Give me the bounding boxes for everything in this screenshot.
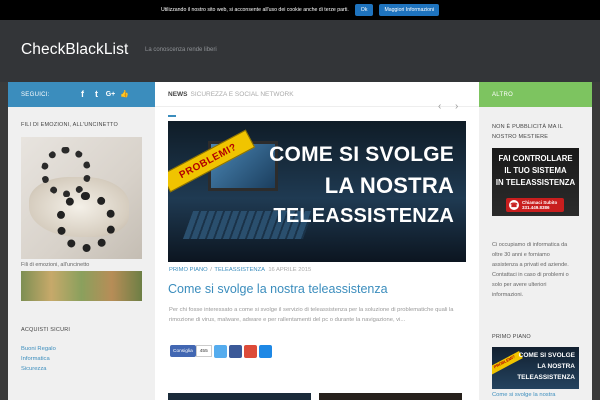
post-title[interactable]: Come si svolge la nostra teleassistenza (168, 282, 388, 296)
widget-title-fili: FILI DI EMOZIONI, ALL'UNCINETTO (21, 122, 118, 128)
social-icons: f t G+ 👍 (78, 89, 129, 99)
about-text-line: oltre 30 anni e forniamo (492, 252, 550, 258)
primo-piano-title: PRIMO PIANO (492, 334, 531, 340)
shop-links: Buoni Regalo Informatica Sicurezza (21, 344, 56, 374)
about-text-line: solo per avere ulteriori (492, 282, 547, 288)
news-label: NEWS (168, 90, 188, 98)
teleassistenza-ad[interactable]: FAI CONTROLLARE IL TUO SISTEMA IN TELEAS… (492, 148, 579, 216)
category-primo-piano[interactable]: PRIMO PIANO (169, 267, 208, 273)
cookie-more-info-button[interactable]: Maggiori Informazioni (379, 4, 440, 16)
about-text-line: assistenza a privati ed aziende. (492, 262, 569, 268)
left-sidebar: SEGUICI: f t G+ 👍 FILI DI EMOZIONI, ALL'… (8, 82, 155, 400)
phone-icon: ☎ (509, 200, 519, 210)
news-header: NEWS SICUREZZA E SOCIAL NETWORK (155, 82, 479, 107)
follow-label: SEGUICI: (21, 91, 50, 98)
about-text: Ci occupiamo di informatica da oltre 30 … (492, 240, 582, 300)
post-thumb-2[interactable] (319, 393, 462, 400)
thumb-line-3: TELEASSISTENZA (517, 374, 575, 381)
primo-piano-thumb[interactable]: PROBLEMI? COME SI SVOLGE LA NOSTRA TELEA… (492, 347, 579, 389)
share-buttons: Consiglia 455 (170, 345, 272, 358)
google-plus-icon[interactable]: G+ (106, 89, 116, 99)
ad-line-1: FAI CONTROLLARE (498, 154, 573, 163)
site-tagline: La conoscenza rende liberi (145, 47, 217, 53)
post-date: 16 APRILE 2015 (268, 267, 312, 273)
category-separator: / (210, 267, 212, 273)
content-wrapper: SEGUICI: f t G+ 👍 FILI DI EMOZIONI, ALL'… (8, 82, 592, 400)
link-informatica[interactable]: Informatica (21, 354, 56, 364)
call-badge: ☎ Chiamaci Subito 331.449.8386 (506, 198, 564, 212)
right-sidebar: ALTRO NON È PUBBLICITÀ MA IL NOSTRO MEST… (479, 82, 592, 400)
featured-line-3: TELEASSISTENZA (273, 205, 454, 227)
facebook-like-button[interactable]: Consiglia (170, 345, 196, 357)
altro-label: ALTRO (492, 91, 514, 98)
link-buoni-regalo[interactable]: Buoni Regalo (21, 344, 56, 354)
about-text-line: Ci occupiamo di informatica da (492, 242, 568, 248)
cookie-text: Utilizzando il nostro sito web, si accon… (160, 7, 349, 13)
thumb-line-1: COME SI SVOLGE (518, 352, 575, 359)
link-sicurezza[interactable]: Sicurezza (21, 364, 56, 374)
site-header: CheckBlackList La conoscenza rende liber… (0, 20, 600, 82)
like-label: Consiglia (173, 348, 193, 354)
facebook-icon[interactable]: f (78, 89, 87, 99)
ad-line-2: IL TUO SISTEMA (504, 166, 567, 175)
cookie-bar: Utilizzando il nostro sito web, si accon… (0, 0, 600, 20)
crochet-ring (56, 192, 116, 252)
post-meta: PRIMO PIANO / TELEASSISTENZA 16 APRILE 2… (169, 267, 311, 273)
twitter-icon[interactable]: t (92, 89, 101, 99)
about-text-line: informazioni. (492, 292, 524, 298)
crafts-image[interactable] (21, 271, 142, 301)
about-text-line: Contattaci in caso di problemi o (492, 272, 569, 278)
crochet-image[interactable] (21, 137, 142, 259)
google-plus-share-button[interactable] (243, 345, 257, 358)
ad-title-line-2: NOSTRO MESTIERE (492, 134, 549, 140)
chevron-right-icon[interactable]: › (455, 101, 458, 112)
featured-line-1: COME SI SVOLGE (269, 143, 454, 166)
post-thumb-1[interactable] (168, 393, 311, 400)
like-count: 455 (195, 345, 212, 357)
category-teleassistenza[interactable]: TELEASSISTENZA (214, 267, 264, 273)
chevron-left-icon[interactable]: ‹ (438, 101, 441, 112)
twitter-share-button[interactable] (213, 345, 227, 358)
crochet-ring (41, 147, 91, 197)
featured-image[interactable]: PROBLEMI? COME SI SVOLGE LA NOSTRA TELEA… (168, 121, 466, 262)
thumb-line-2: LA NOSTRA (537, 363, 575, 370)
site-title[interactable]: CheckBlackList (21, 41, 128, 59)
widget-title-acquisti: ACQUISTI SICURI (21, 327, 71, 333)
ad-title-line-1: NON È PUBBLICITÀ MA IL (492, 124, 564, 130)
featured-line-2: LA NOSTRA (324, 173, 454, 198)
phone-number: 331.449.8386 (522, 205, 550, 210)
primo-piano-link[interactable]: Come si svolge la nostra (492, 392, 555, 398)
cookie-ok-button[interactable]: Ok (354, 4, 374, 16)
tab-underline (168, 115, 176, 117)
thumbs-up-icon[interactable]: 👍 (120, 89, 129, 99)
widget-caption[interactable]: Fili di emozioni, all'uncinetto (21, 262, 89, 268)
ad-line-3: IN TELEASSISTENZA (495, 178, 576, 187)
post-excerpt: Per chi fosse interessato a come si svol… (169, 307, 454, 323)
news-subtitle: SICUREZZA E SOCIAL NETWORK (190, 90, 294, 98)
linkedin-share-button[interactable] (258, 345, 272, 358)
facebook-share-button[interactable] (228, 345, 242, 358)
altro-bar: ALTRO (479, 82, 592, 107)
